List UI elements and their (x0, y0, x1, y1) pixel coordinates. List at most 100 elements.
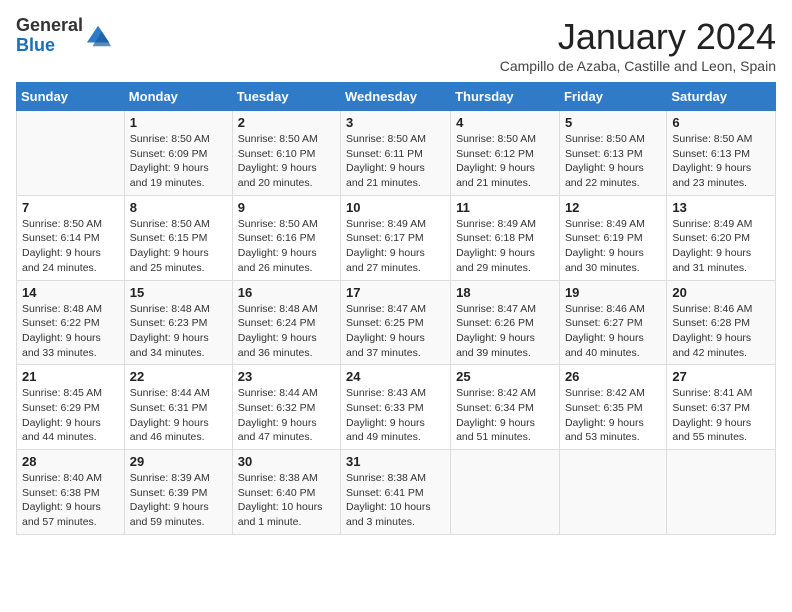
calendar-cell: 30 Sunrise: 8:38 AM Sunset: 6:40 PM Dayli… (232, 450, 340, 535)
day-number: 20 (672, 285, 770, 300)
logo: General Blue (16, 16, 113, 56)
day-number: 22 (130, 369, 227, 384)
day-info: Sunrise: 8:49 AM Sunset: 6:19 PM Dayligh… (565, 217, 661, 276)
day-number: 14 (22, 285, 119, 300)
day-number: 1 (130, 115, 227, 130)
calendar-week-row: 14Sunrise: 8:48 AM Sunset: 6:22 PM Dayli… (17, 280, 776, 365)
day-number: 4 (456, 115, 554, 130)
day-info: Sunrise: 8:49 AM Sunset: 6:20 PM Dayligh… (672, 217, 770, 276)
day-info: Sunrise: 8:44 AM Sunset: 6:32 PM Dayligh… (238, 386, 335, 445)
calendar-cell: 18Sunrise: 8:47 AM Sunset: 6:26 PM Dayli… (451, 280, 560, 365)
day-number: 11 (456, 200, 554, 215)
calendar-cell: 7 Sunrise: 8:50 AM Sunset: 6:14 PM Daylig… (17, 195, 125, 280)
calendar-week-row: 1 Sunrise: 8:50 AM Sunset: 6:09 PM Daylig… (17, 111, 776, 196)
day-number: 8 (130, 200, 227, 215)
day-number: 17 (346, 285, 445, 300)
calendar-cell: 15 Sunrise: 8:48 AM Sunset: 6:23 PM Dayli… (124, 280, 232, 365)
calendar-cell: 4Sunrise: 8:50 AM Sunset: 6:12 PM Daylig… (451, 111, 560, 196)
calendar-cell: 31Sunrise: 8:38 AM Sunset: 6:41 PM Dayli… (341, 450, 451, 535)
day-number: 24 (346, 369, 445, 384)
day-number: 25 (456, 369, 554, 384)
day-number: 13 (672, 200, 770, 215)
day-info: Sunrise: 8:42 AM Sunset: 6:34 PM Dayligh… (456, 386, 554, 445)
weekday-header-friday: Friday (559, 83, 666, 111)
day-info: Sunrise: 8:50 AM Sunset: 6:16 PM Dayligh… (238, 217, 335, 276)
calendar-cell: 16 Sunrise: 8:48 AM Sunset: 6:24 PM Dayli… (232, 280, 340, 365)
calendar-cell: 5 Sunrise: 8:50 AM Sunset: 6:13 PM Daylig… (559, 111, 666, 196)
calendar-cell (451, 450, 560, 535)
day-info: Sunrise: 8:50 AM Sunset: 6:10 PM Dayligh… (238, 132, 335, 191)
calendar-cell: 17 Sunrise: 8:47 AM Sunset: 6:25 PM Dayli… (341, 280, 451, 365)
calendar-body: 1 Sunrise: 8:50 AM Sunset: 6:09 PM Daylig… (17, 111, 776, 535)
day-number: 23 (238, 369, 335, 384)
day-info: Sunrise: 8:46 AM Sunset: 6:28 PM Dayligh… (672, 302, 770, 361)
calendar-week-row: 28 Sunrise: 8:40 AM Sunset: 6:38 PM Dayli… (17, 450, 776, 535)
day-info: Sunrise: 8:45 AM Sunset: 6:29 PM Dayligh… (22, 386, 119, 445)
logo-icon (85, 22, 113, 50)
day-number: 28 (22, 454, 119, 469)
calendar-cell: 6 Sunrise: 8:50 AM Sunset: 6:13 PM Daylig… (667, 111, 776, 196)
day-info: Sunrise: 8:50 AM Sunset: 6:09 PM Dayligh… (130, 132, 227, 191)
day-number: 19 (565, 285, 661, 300)
day-info: Sunrise: 8:47 AM Sunset: 6:25 PM Dayligh… (346, 302, 445, 361)
weekday-header-tuesday: Tuesday (232, 83, 340, 111)
logo-general-text: General (16, 16, 83, 36)
day-info: Sunrise: 8:48 AM Sunset: 6:24 PM Dayligh… (238, 302, 335, 361)
calendar-cell: 13 Sunrise: 8:49 AM Sunset: 6:20 PM Dayli… (667, 195, 776, 280)
day-number: 6 (672, 115, 770, 130)
calendar-week-row: 7 Sunrise: 8:50 AM Sunset: 6:14 PM Daylig… (17, 195, 776, 280)
day-info: Sunrise: 8:42 AM Sunset: 6:35 PM Dayligh… (565, 386, 661, 445)
day-info: Sunrise: 8:44 AM Sunset: 6:31 PM Dayligh… (130, 386, 227, 445)
calendar-cell: 14Sunrise: 8:48 AM Sunset: 6:22 PM Dayli… (17, 280, 125, 365)
day-number: 27 (672, 369, 770, 384)
weekday-header-wednesday: Wednesday (341, 83, 451, 111)
weekday-header-row: SundayMondayTuesdayWednesdayThursdayFrid… (17, 83, 776, 111)
month-year-title: January 2024 (500, 16, 776, 58)
day-number: 15 (130, 285, 227, 300)
calendar-cell (559, 450, 666, 535)
day-info: Sunrise: 8:48 AM Sunset: 6:23 PM Dayligh… (130, 302, 227, 361)
calendar-cell: 19 Sunrise: 8:46 AM Sunset: 6:27 PM Dayli… (559, 280, 666, 365)
logo-blue-text: Blue (16, 36, 83, 56)
calendar-cell: 10Sunrise: 8:49 AM Sunset: 6:17 PM Dayli… (341, 195, 451, 280)
day-number: 12 (565, 200, 661, 215)
location-subtitle: Campillo de Azaba, Castille and Leon, Sp… (500, 58, 776, 74)
day-number: 31 (346, 454, 445, 469)
calendar-cell: 1 Sunrise: 8:50 AM Sunset: 6:09 PM Daylig… (124, 111, 232, 196)
calendar-cell: 20 Sunrise: 8:46 AM Sunset: 6:28 PM Dayli… (667, 280, 776, 365)
day-info: Sunrise: 8:47 AM Sunset: 6:26 PM Dayligh… (456, 302, 554, 361)
calendar-cell (17, 111, 125, 196)
day-number: 7 (22, 200, 119, 215)
title-block: January 2024 Campillo de Azaba, Castille… (500, 16, 776, 74)
calendar-cell: 8 Sunrise: 8:50 AM Sunset: 6:15 PM Daylig… (124, 195, 232, 280)
calendar-cell: 11Sunrise: 8:49 AM Sunset: 6:18 PM Dayli… (451, 195, 560, 280)
day-info: Sunrise: 8:40 AM Sunset: 6:38 PM Dayligh… (22, 471, 119, 530)
calendar-cell: 22 Sunrise: 8:44 AM Sunset: 6:31 PM Dayli… (124, 365, 232, 450)
calendar-cell: 24 Sunrise: 8:43 AM Sunset: 6:33 PM Dayli… (341, 365, 451, 450)
calendar-week-row: 21Sunrise: 8:45 AM Sunset: 6:29 PM Dayli… (17, 365, 776, 450)
day-info: Sunrise: 8:50 AM Sunset: 6:15 PM Dayligh… (130, 217, 227, 276)
calendar-header: SundayMondayTuesdayWednesdayThursdayFrid… (17, 83, 776, 111)
day-info: Sunrise: 8:43 AM Sunset: 6:33 PM Dayligh… (346, 386, 445, 445)
calendar-cell: 21Sunrise: 8:45 AM Sunset: 6:29 PM Dayli… (17, 365, 125, 450)
day-number: 9 (238, 200, 335, 215)
day-info: Sunrise: 8:38 AM Sunset: 6:40 PM Dayligh… (238, 471, 335, 530)
calendar-table: SundayMondayTuesdayWednesdayThursdayFrid… (16, 82, 776, 535)
calendar-cell: 3Sunrise: 8:50 AM Sunset: 6:11 PM Daylig… (341, 111, 451, 196)
day-info: Sunrise: 8:50 AM Sunset: 6:13 PM Dayligh… (565, 132, 661, 191)
day-number: 29 (130, 454, 227, 469)
calendar-cell: 25 Sunrise: 8:42 AM Sunset: 6:34 PM Dayli… (451, 365, 560, 450)
weekday-header-saturday: Saturday (667, 83, 776, 111)
day-number: 5 (565, 115, 661, 130)
calendar-cell: 9 Sunrise: 8:50 AM Sunset: 6:16 PM Daylig… (232, 195, 340, 280)
day-info: Sunrise: 8:50 AM Sunset: 6:13 PM Dayligh… (672, 132, 770, 191)
calendar-cell (667, 450, 776, 535)
weekday-header-thursday: Thursday (451, 83, 560, 111)
day-number: 30 (238, 454, 335, 469)
day-number: 16 (238, 285, 335, 300)
calendar-cell: 26Sunrise: 8:42 AM Sunset: 6:35 PM Dayli… (559, 365, 666, 450)
calendar-cell: 27Sunrise: 8:41 AM Sunset: 6:37 PM Dayli… (667, 365, 776, 450)
day-info: Sunrise: 8:46 AM Sunset: 6:27 PM Dayligh… (565, 302, 661, 361)
day-info: Sunrise: 8:50 AM Sunset: 6:14 PM Dayligh… (22, 217, 119, 276)
calendar-cell: 29Sunrise: 8:39 AM Sunset: 6:39 PM Dayli… (124, 450, 232, 535)
